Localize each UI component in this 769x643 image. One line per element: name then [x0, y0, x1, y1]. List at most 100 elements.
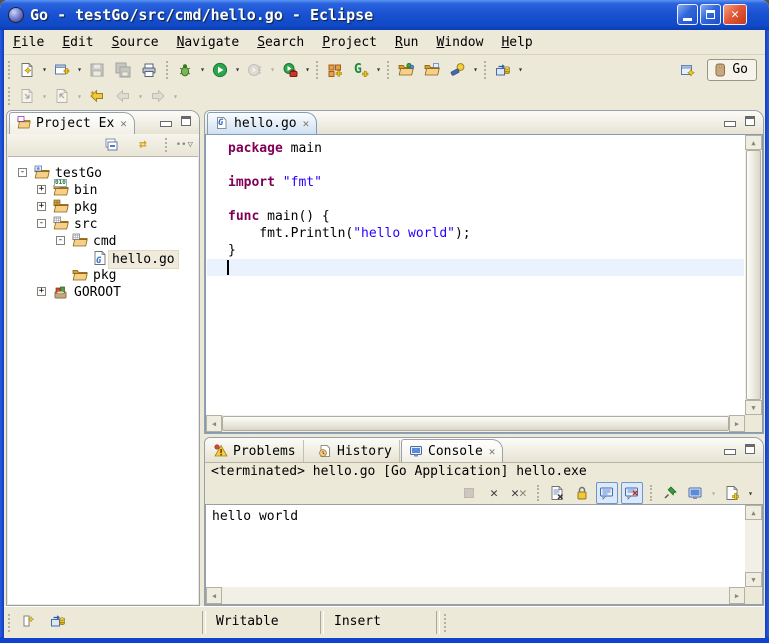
- external-tools-button[interactable]: [277, 58, 303, 82]
- back-dropdown[interactable]: ▾: [136, 92, 145, 101]
- import-button[interactable]: [393, 58, 419, 82]
- console-vertical-scrollbar[interactable]: ▲ ▼: [745, 505, 762, 587]
- save-button[interactable]: [84, 58, 110, 82]
- toolbar-grip[interactable]: [165, 138, 167, 152]
- minimize-console-button[interactable]: [724, 449, 736, 455]
- toolbar-grip[interactable]: [650, 485, 652, 501]
- menu-run[interactable]: Run: [386, 33, 427, 52]
- minimize-editor-button[interactable]: [724, 121, 736, 127]
- open-console-dropdown[interactable]: ▾: [746, 489, 755, 498]
- menu-navigate[interactable]: Navigate: [168, 33, 249, 52]
- scroll-down-button[interactable]: ▼: [745, 572, 762, 587]
- fast-view-icon[interactable]: [20, 613, 36, 629]
- synchronize-button[interactable]: [490, 58, 516, 82]
- tree-item-pkg[interactable]: + pkg: [8, 199, 198, 216]
- scroll-up-button[interactable]: ▲: [745, 505, 762, 520]
- scroll-right-button[interactable]: ▶: [729, 587, 745, 604]
- maximize-console-button[interactable]: [745, 444, 755, 454]
- maximize-button[interactable]: [700, 4, 721, 25]
- tab-problems[interactable]: Problems: [207, 440, 304, 462]
- link-with-editor-button[interactable]: ⇄: [130, 135, 156, 155]
- toolbar-grip[interactable]: [387, 61, 389, 79]
- tree-item-cmd[interactable]: - cmd: [8, 233, 198, 250]
- synchronize-dropdown[interactable]: ▾: [516, 65, 525, 74]
- scroll-up-button[interactable]: ▲: [745, 135, 762, 150]
- expand-expander[interactable]: +: [37, 287, 46, 296]
- search-button[interactable]: [445, 58, 471, 82]
- editor-tab-close-icon[interactable]: ✕: [303, 117, 310, 130]
- menu-help[interactable]: Help: [492, 33, 541, 52]
- minimize-button[interactable]: [677, 4, 698, 25]
- new-go-element-button[interactable]: G: [348, 58, 374, 82]
- open-perspective-button[interactable]: [675, 58, 701, 82]
- scroll-down-button[interactable]: ▼: [745, 400, 762, 415]
- tree-label-pkg[interactable]: pkg: [71, 199, 100, 216]
- menu-edit[interactable]: Edit: [53, 33, 102, 52]
- export-button[interactable]: [419, 58, 445, 82]
- debug-button[interactable]: [172, 58, 198, 82]
- menu-source[interactable]: Source: [103, 33, 168, 52]
- tree-item-src[interactable]: - src: [8, 216, 198, 233]
- show-stdout-toggle[interactable]: [596, 482, 618, 504]
- display-selected-console-button[interactable]: [684, 482, 706, 504]
- tree-label-goroot[interactable]: GOROOT: [71, 284, 124, 301]
- new-project-dropdown[interactable]: ▾: [75, 65, 84, 74]
- search-dropdown[interactable]: ▾: [471, 65, 480, 74]
- collapse-expander[interactable]: -: [18, 168, 27, 177]
- console-horizontal-scrollbar[interactable]: ◀ ▶: [206, 587, 745, 604]
- tree-label-src[interactable]: src: [71, 216, 100, 233]
- tab-history[interactable]: History: [311, 440, 400, 462]
- titlebar[interactable]: Go - testGo/src/cmd/hello.go - Eclipse: [0, 0, 769, 30]
- collapse-all-button[interactable]: [99, 135, 125, 155]
- tree-label-bin[interactable]: bin: [71, 182, 100, 199]
- new-project-button[interactable]: [49, 58, 75, 82]
- new-go-dropdown[interactable]: ▾: [374, 65, 383, 74]
- pin-console-button[interactable]: [659, 482, 681, 504]
- scroll-left-button[interactable]: ◀: [206, 587, 222, 604]
- collapse-expander[interactable]: -: [56, 236, 65, 245]
- menu-search[interactable]: Search: [248, 33, 313, 52]
- collapse-expander[interactable]: -: [37, 219, 46, 228]
- profile-dropdown[interactable]: ▾: [268, 65, 277, 74]
- toolbar-grip[interactable]: [316, 61, 318, 79]
- external-tools-dropdown[interactable]: ▾: [303, 65, 312, 74]
- project-explorer-close-icon[interactable]: ✕: [120, 117, 127, 130]
- previous-annotation-dropdown[interactable]: ▾: [75, 92, 84, 101]
- toolbar-grip[interactable]: [484, 61, 486, 79]
- go-perspective-button[interactable]: Go: [707, 59, 757, 81]
- tab-hello-go[interactable]: G hello.go ✕: [207, 112, 317, 134]
- scroll-left-button[interactable]: ◀: [206, 415, 222, 432]
- maximize-view-button[interactable]: [181, 116, 191, 126]
- run-dropdown[interactable]: ▾: [233, 65, 242, 74]
- expand-expander[interactable]: +: [37, 185, 46, 194]
- menu-project[interactable]: Project: [313, 33, 386, 52]
- show-stderr-toggle[interactable]: [621, 482, 643, 504]
- expand-expander[interactable]: +: [37, 202, 46, 211]
- editor-horizontal-scrollbar[interactable]: ◀ ▶: [206, 415, 745, 432]
- console-output-area[interactable]: hello world ▲ ▼ ◀ ▶: [205, 504, 763, 605]
- toolbar-grip[interactable]: [8, 87, 10, 105]
- terminate-button[interactable]: [458, 482, 480, 504]
- view-menu-button[interactable]: •• ▽: [176, 140, 193, 150]
- forward-dropdown[interactable]: ▾: [171, 92, 180, 101]
- tree-label-pkg2[interactable]: pkg: [90, 267, 119, 284]
- console-tab-close-icon[interactable]: ✕: [489, 445, 496, 458]
- run-button[interactable]: [207, 58, 233, 82]
- remove-all-launches-button[interactable]: ✕ ✕: [508, 482, 530, 504]
- maximize-editor-button[interactable]: [745, 116, 755, 126]
- menu-window[interactable]: Window: [427, 33, 492, 52]
- tree-item-hello-go[interactable]: G hello.go: [8, 250, 198, 267]
- last-edit-location-button[interactable]: [84, 84, 110, 108]
- tab-project-explorer[interactable]: Project Ex ✕: [9, 112, 135, 134]
- synchronize-status-icon[interactable]: [50, 613, 66, 629]
- previous-annotation-button[interactable]: [49, 84, 75, 108]
- save-all-button[interactable]: [110, 58, 136, 82]
- editor-vertical-scrollbar[interactable]: ▲ ▼: [745, 135, 762, 415]
- clear-console-button[interactable]: [546, 482, 568, 504]
- tree-item-testgo[interactable]: - testGo: [8, 165, 198, 182]
- tree-item-bin[interactable]: + 010 bin: [8, 182, 198, 199]
- scroll-lock-button[interactable]: [571, 482, 593, 504]
- new-wizard-dropdown[interactable]: ▾: [40, 65, 49, 74]
- menu-file[interactable]: File: [4, 33, 53, 52]
- close-button[interactable]: ✕: [723, 4, 747, 25]
